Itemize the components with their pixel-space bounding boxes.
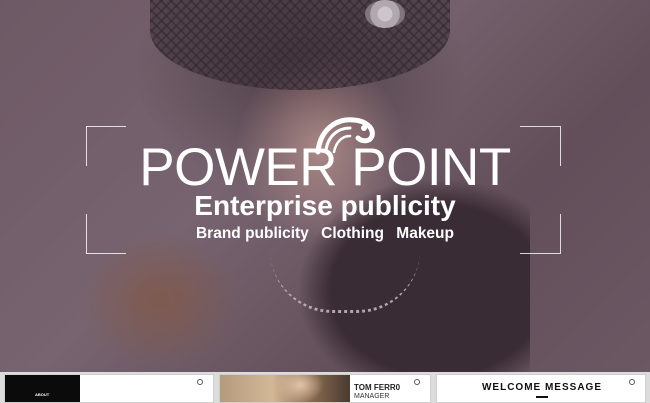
clock-icon [197,379,203,385]
thumbnail-person-name: TOM FERR0 [354,383,401,392]
frame-corner-br-h [520,253,560,254]
thumbnail-about-label: ABOUT [35,392,50,397]
thumbnail-photo [220,375,350,402]
tag-makeup: Makeup [396,225,454,242]
frame-corner-tr-h [520,126,560,127]
thumbnail-dark-panel: ABOUT [5,375,80,402]
slide-subtitle: Enterprise publicity [194,190,456,221]
frame-corner-bl-h [86,253,126,254]
thumbnail-person-role: MANAGER [354,393,390,400]
thumbnail-title-underline [536,396,548,398]
tag-brand-publicity: Brand publicity [195,225,309,242]
clock-icon [414,379,420,385]
slide-tags: Brand publicity Clothing Makeup [0,224,650,244]
clock-icon [629,379,635,385]
thumbnail-about[interactable]: ABOUT [4,374,214,403]
frame-corner-tl-h [86,126,126,127]
tag-clothing: Clothing [321,225,384,242]
slide-preview: POWER POINT Enterprise publicity Brand p… [0,0,650,372]
slide-title: POWER POINT [139,138,511,197]
thumbnail-manager[interactable]: TOM FERR0 MANAGER [219,374,431,403]
thumbnail-welcome[interactable]: WELCOME MESSAGE [436,374,646,403]
thumbnail-welcome-title: WELCOME MESSAGE [481,382,602,393]
